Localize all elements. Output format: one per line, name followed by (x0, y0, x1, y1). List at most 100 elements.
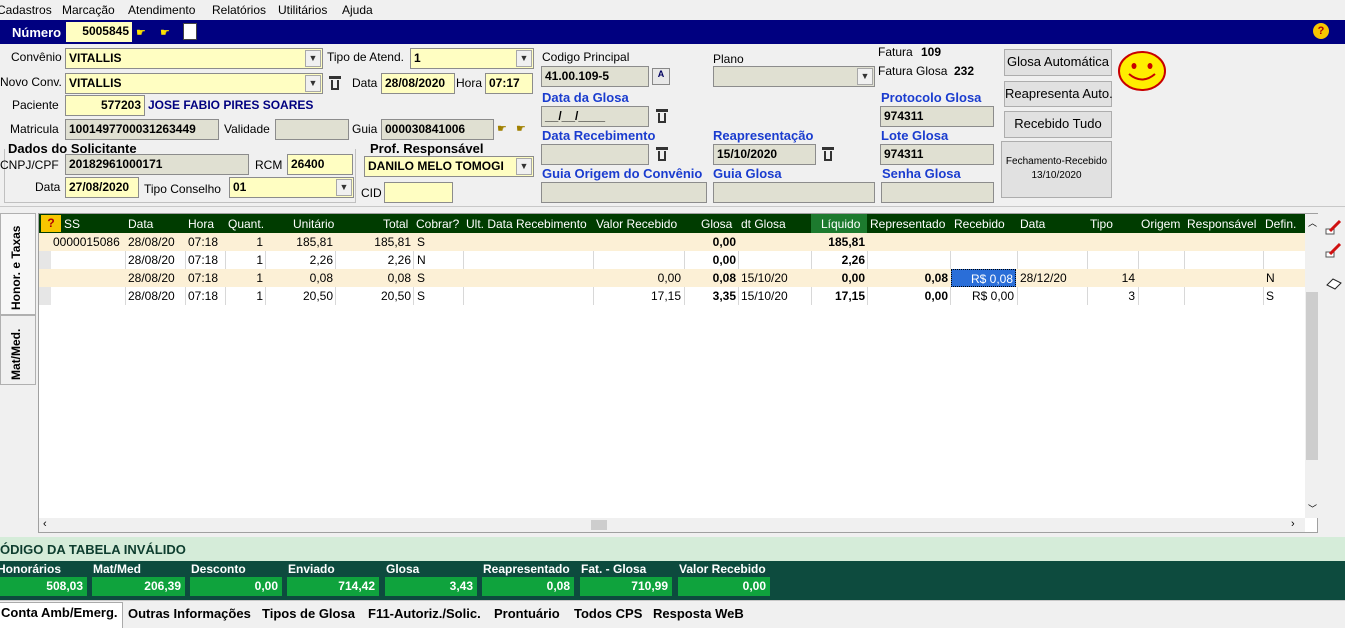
chevron-down-icon[interactable]: ▼ (305, 75, 321, 92)
tab-outras-informacoes[interactable]: Outras Informações (124, 604, 255, 626)
convenio-select[interactable]: VITALLIS (65, 48, 323, 69)
edit-document-icon[interactable] (183, 23, 197, 40)
chevron-down-icon[interactable]: ▼ (305, 50, 321, 67)
col-origem[interactable]: Origem (1141, 217, 1180, 231)
senha-glosa-field[interactable] (881, 182, 994, 203)
chevron-down-icon[interactable]: ﹀ (1308, 502, 1317, 515)
hand-pointer-icon[interactable]: ☛ (160, 26, 170, 39)
chevron-left-icon[interactable]: ‹ (43, 518, 47, 530)
search-procedure-icon[interactable]: A (652, 68, 670, 85)
reapresentacao-field[interactable]: 15/10/2020 (713, 144, 816, 165)
col-recebido[interactable]: Recebido (954, 217, 1005, 231)
procedures-grid[interactable]: ? SS Data Hora Quant. Unitário Total Cob… (38, 213, 1319, 533)
guia-field[interactable]: 000030841006 (381, 119, 494, 140)
chevron-down-icon[interactable]: ▼ (336, 179, 352, 196)
tab-tipos-de-glosa[interactable]: Tipos de Glosa (258, 604, 359, 626)
menu-marcacao[interactable]: Marcação (62, 3, 115, 17)
tab-resposta-web[interactable]: Resposta WeB (649, 604, 748, 626)
col-data2[interactable]: Data (1020, 217, 1045, 231)
edit-pencil-icon[interactable] (1325, 241, 1343, 259)
tab-honor-taxas[interactable]: Honor. e Taxas (0, 213, 36, 315)
scroll-thumb[interactable] (1306, 292, 1318, 460)
table-row[interactable]: 28/08/20 07:18 1 20,50 20,50 S 17,15 3,3… (39, 287, 1305, 305)
validade-field[interactable] (275, 119, 349, 140)
trash-icon[interactable] (328, 75, 342, 91)
trash-icon[interactable] (821, 146, 835, 162)
table-row[interactable]: 28/08/20 07:18 1 2,26 2,26 N 0,00 2,26 (39, 251, 1305, 269)
col-quant[interactable]: Quant. (228, 217, 264, 231)
col-tipo[interactable]: Tipo (1090, 217, 1113, 231)
col-hora[interactable]: Hora (188, 217, 214, 231)
eraser-icon[interactable] (1325, 276, 1343, 290)
cell-recebido-selected[interactable]: R$ 0,08 (951, 269, 1016, 287)
col-ss[interactable]: SS (64, 217, 80, 231)
col-ult-data[interactable]: Ult. Data Recebimento (466, 217, 587, 231)
cell-hora: 07:18 (188, 235, 219, 249)
chevron-down-icon[interactable]: ▼ (857, 68, 873, 85)
trash-icon[interactable] (655, 108, 669, 124)
chevron-down-icon[interactable]: ▼ (516, 50, 532, 67)
help-icon[interactable]: ? (41, 215, 61, 232)
menu-cadastros[interactable]: Cadastros (0, 3, 52, 17)
codigo-principal-field[interactable]: 41.00.109-5 (541, 66, 649, 87)
tab-f11-autoriz[interactable]: F11-Autoriz./Solic. (364, 604, 485, 626)
data2-field[interactable]: 27/08/2020 (65, 177, 139, 198)
vertical-scrollbar[interactable]: ︿ ﹀ (1305, 214, 1319, 518)
lote-glosa-field[interactable]: 974311 (880, 144, 994, 165)
cell-total: 2,26 (387, 253, 411, 267)
numero-value[interactable]: 5005845 (66, 22, 132, 42)
col-defin[interactable]: Defin. (1265, 217, 1296, 231)
tab-todos-cps[interactable]: Todos CPS (570, 604, 646, 626)
fechamento-line1: Fechamento-Recebido (1005, 156, 1108, 167)
col-responsavel[interactable]: Responsável (1187, 217, 1256, 231)
chevron-up-icon[interactable]: ︿ (1308, 216, 1317, 229)
matricula-field[interactable]: 1001497700031263449 (65, 119, 219, 140)
guia-origem-field[interactable] (541, 182, 707, 203)
data-field[interactable]: 28/08/2020 (381, 73, 455, 94)
prof-select[interactable]: DANILO MELO TOMOGI (364, 156, 534, 177)
trash-icon[interactable] (655, 146, 669, 162)
col-unitario[interactable]: Unitário (293, 217, 334, 231)
hand-pointer-icon[interactable]: ☛ (136, 26, 146, 39)
tab-prontuario[interactable]: Prontuário (490, 604, 564, 626)
chevron-right-icon[interactable]: › (1291, 518, 1295, 530)
protocolo-glosa-field[interactable]: 974311 (880, 106, 994, 127)
guia-glosa-field[interactable] (713, 182, 875, 203)
col-total[interactable]: Total (383, 217, 408, 231)
col-dt-glosa[interactable]: dt Glosa (741, 217, 786, 231)
novo-conv-select[interactable]: VITALLIS (65, 73, 323, 94)
col-representado[interactable]: Representado (870, 217, 945, 231)
hora-field[interactable]: 07:17 (485, 73, 533, 94)
scroll-thumb[interactable] (591, 520, 607, 530)
col-cobrar[interactable]: Cobrar? (416, 217, 459, 231)
reapresenta-auto-button[interactable]: Reapresenta Auto. (1004, 81, 1113, 107)
plano-select[interactable] (713, 66, 875, 87)
paciente-code-field[interactable]: 577203 (65, 95, 145, 116)
chevron-down-icon[interactable]: ▼ (516, 158, 532, 175)
tab-conta-amb[interactable]: Conta Amb/Emerg. (0, 602, 123, 628)
menu-atendimento[interactable]: Atendimento (128, 3, 195, 17)
menu-ajuda[interactable]: Ajuda (342, 3, 373, 17)
col-data[interactable]: Data (128, 217, 153, 231)
hand-pointer-icon[interactable]: ☛ (497, 122, 507, 135)
cnpj-field[interactable]: 20182961000171 (65, 154, 249, 175)
horizontal-scrollbar[interactable]: ‹ › (39, 518, 1305, 532)
data-recebimento-field[interactable] (541, 144, 649, 165)
help-icon[interactable]: ? (1313, 23, 1329, 39)
table-row[interactable]: 28/08/20 07:18 1 0,08 0,08 S 0,00 0,08 1… (39, 269, 1305, 287)
table-row[interactable]: 0000015086 28/08/20 07:18 1 185,81 185,8… (39, 233, 1305, 251)
edit-pencil-icon[interactable] (1325, 218, 1343, 236)
col-liquido[interactable]: Líquido (821, 217, 860, 231)
fechamento-recebido-button[interactable]: Fechamento-Recebido 13/10/2020 (1001, 141, 1112, 198)
col-valor-recebido[interactable]: Valor Recebido (596, 217, 677, 231)
data-glosa-field[interactable]: __/__/____ (541, 106, 649, 127)
hand-pointer-icon[interactable]: ☛ (516, 122, 526, 135)
glosa-automatica-button[interactable]: Glosa Automática (1004, 49, 1112, 76)
col-glosa[interactable]: Glosa (701, 217, 732, 231)
cid-field[interactable] (384, 182, 453, 203)
menu-relatorios[interactable]: Relatórios (212, 3, 266, 17)
menu-utilitarios[interactable]: Utilitários (278, 3, 327, 17)
tab-mat-med[interactable]: Mat/Med. (0, 315, 36, 385)
recebido-tudo-button[interactable]: Recebido Tudo (1004, 111, 1112, 138)
rcm-field[interactable]: 26400 (287, 154, 353, 175)
